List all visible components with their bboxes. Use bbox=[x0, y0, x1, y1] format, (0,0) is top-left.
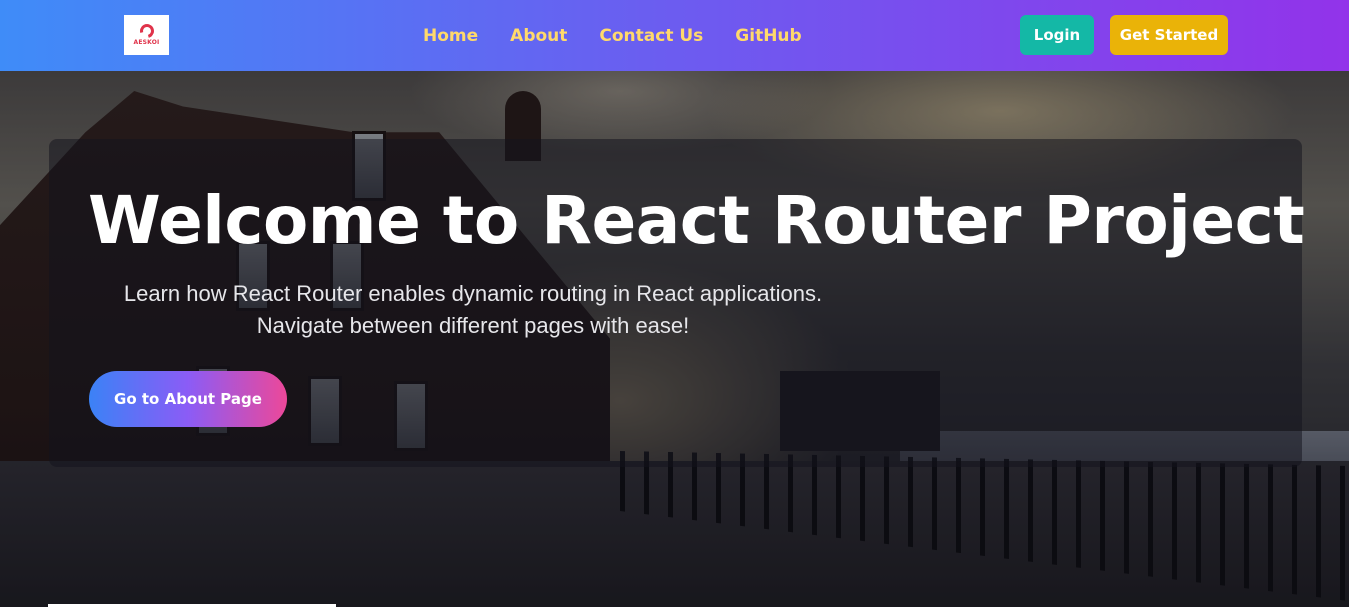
hero-title: Welcome to React Router Project bbox=[88, 182, 1305, 259]
logo-icon bbox=[136, 21, 157, 41]
nav-links: Home About Contact Us GitHub bbox=[423, 0, 834, 71]
nav-link-about[interactable]: About bbox=[510, 26, 567, 46]
go-to-about-button[interactable]: Go to About Page bbox=[89, 371, 287, 427]
login-button[interactable]: Login bbox=[1020, 15, 1094, 55]
get-started-button[interactable]: Get Started bbox=[1110, 15, 1228, 55]
brand-logo[interactable]: AESKOI bbox=[124, 15, 169, 55]
nav-link-github[interactable]: GitHub bbox=[735, 26, 801, 46]
logo-text: AESKOI bbox=[133, 39, 160, 46]
hero-subtitle: Learn how React Router enables dynamic r… bbox=[123, 281, 823, 338]
navbar: AESKOI Home About Contact Us GitHub Logi… bbox=[0, 0, 1349, 71]
nav-link-home[interactable]: Home bbox=[423, 26, 478, 46]
nav-link-contact[interactable]: Contact Us bbox=[599, 26, 703, 46]
